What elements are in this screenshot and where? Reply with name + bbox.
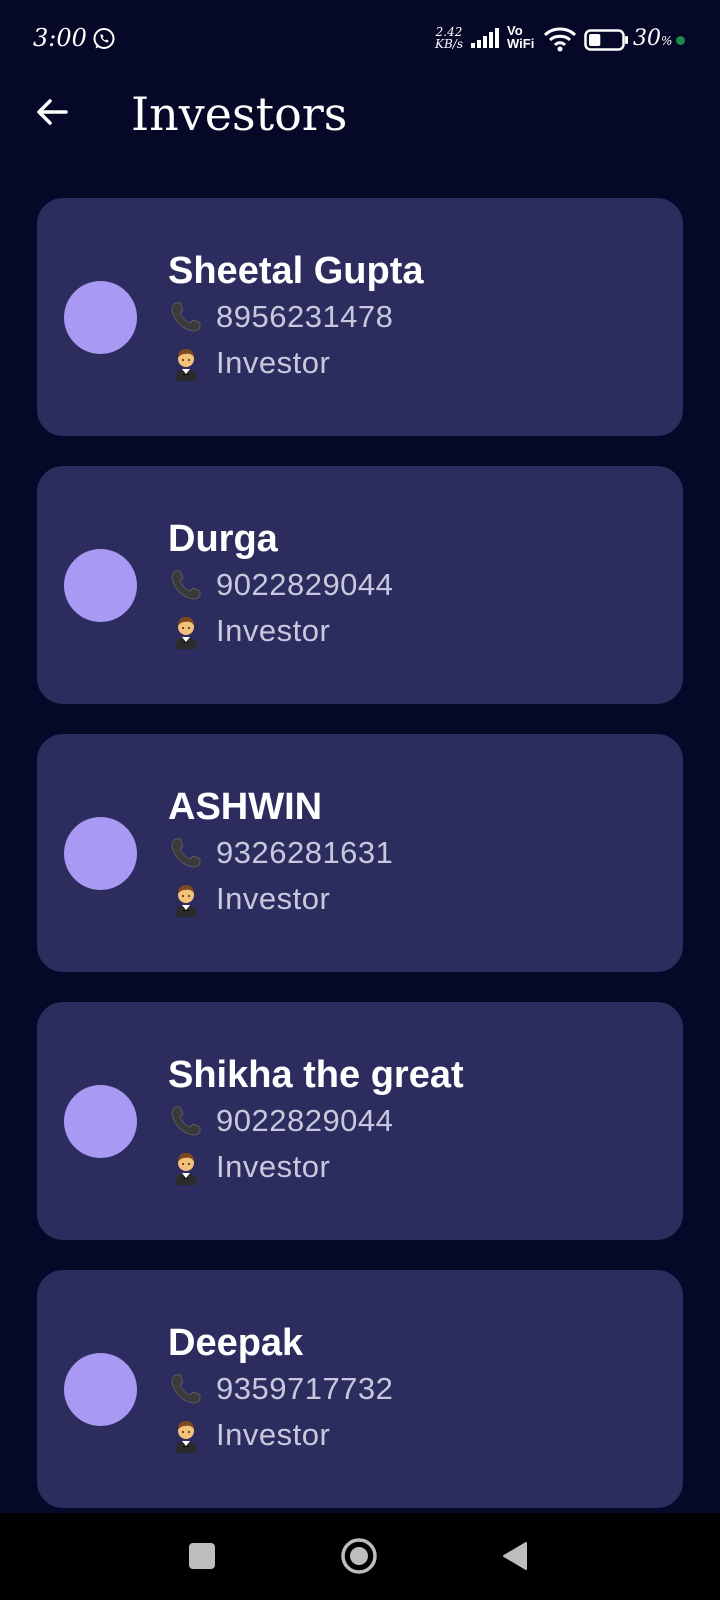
phone-icon [168,567,204,603]
battery-percent: 30% [633,26,672,51]
back-icon[interactable] [500,1540,530,1572]
phone-icon [168,1103,204,1139]
person-icon [168,345,204,381]
home-icon[interactable] [340,1537,378,1575]
arrow-left-icon [37,99,68,125]
investor-name: Deepak [168,1322,304,1364]
investor-list: Sheetal Gupta 8956231478 Investor Durga … [37,198,683,1538]
vowifi-bottom: WiFi [507,36,535,51]
person-icon [168,1149,204,1185]
avatar [64,1085,137,1158]
investor-card[interactable]: Sheetal Gupta 8956231478 Investor [37,198,683,436]
investor-phone: 8956231478 [216,299,394,334]
investor-card[interactable]: Deepak 9359717732 Investor [37,1270,683,1508]
investor-phone: 9359717732 [216,1371,394,1406]
investor-name: ASHWIN [168,786,323,828]
page-title: Investors [131,87,348,141]
investor-name: Shikha the great [168,1054,464,1096]
investor-role: Investor [216,345,331,380]
avatar [64,549,137,622]
investor-name: Sheetal Gupta [168,250,424,292]
phone-icon [168,299,204,335]
wifi-icon [543,27,577,53]
person-icon [168,1417,204,1453]
back-button[interactable] [30,90,74,134]
investor-role: Investor [216,1149,331,1184]
investor-card[interactable]: Shikha the great 9022829044 Investor [37,1002,683,1240]
investor-phone: 9022829044 [216,1103,394,1138]
status-dot [676,36,685,45]
investor-card[interactable]: ASHWIN 9326281631 Investor [37,734,683,972]
investor-role: Investor [216,1417,331,1452]
investor-role: Investor [216,613,331,648]
phone-icon [168,835,204,871]
battery-percent-value: 30 [633,26,661,51]
investor-phone: 9022829044 [216,567,394,602]
investor-phone: 9326281631 [216,835,394,870]
recents-icon[interactable] [189,1543,215,1569]
avatar [64,1353,137,1426]
status-time: 3:00 [33,24,87,52]
network-speed-unit: KB/s [435,37,463,51]
battery-icon [584,28,630,52]
person-icon [168,881,204,917]
avatar [64,817,137,890]
signal-icon [470,28,502,50]
network-speed: 2.42 KB/s [434,26,464,50]
investor-card[interactable]: Durga 9022829044 Investor [37,466,683,704]
person-icon [168,613,204,649]
status-bar: 3:00 2.42 KB/s Vo WiFi 30% [0,0,720,80]
investor-role: Investor [216,881,331,916]
vowifi-indicator: Vo WiFi [507,24,539,50]
battery-percent-unit: % [661,34,673,48]
phone-icon [168,1371,204,1407]
investor-name: Durga [168,518,278,560]
avatar [64,281,137,354]
whatsapp-icon [92,27,116,51]
